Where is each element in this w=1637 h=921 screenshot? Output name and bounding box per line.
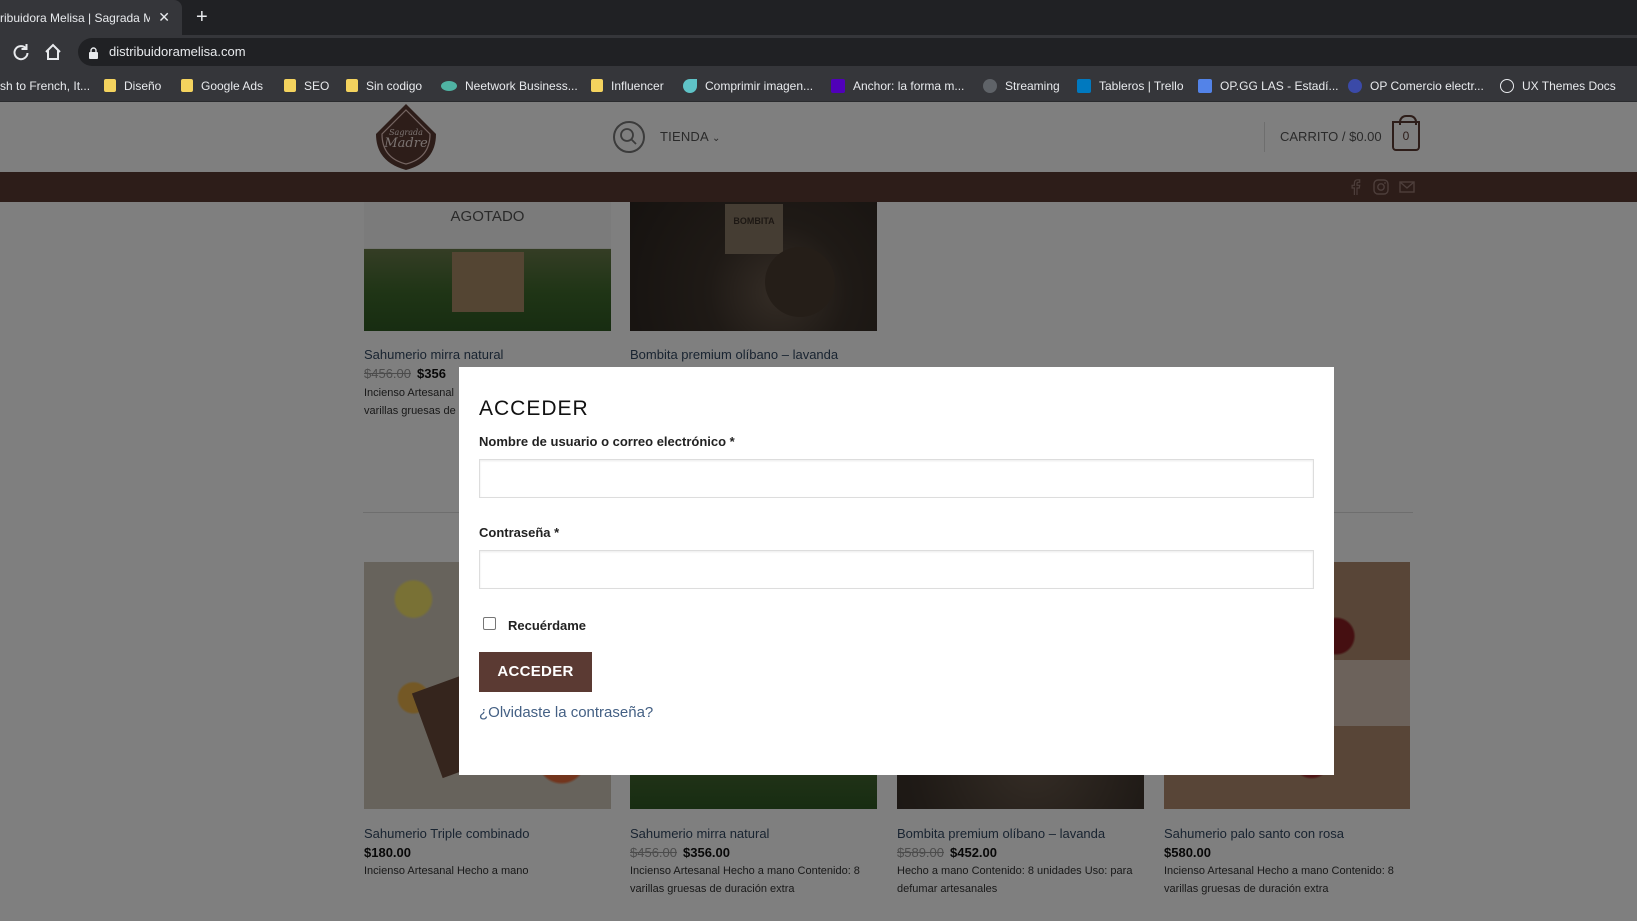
folder-icon: [284, 79, 296, 92]
username-label: Nombre de usuario o correo electrónico *: [479, 434, 735, 449]
bookmark-label: Comprimir imagen...: [705, 78, 814, 93]
bookmark-item[interactable]: SEO: [284, 69, 329, 102]
bookmark-item[interactable]: UX Themes Docs: [1500, 69, 1616, 102]
trello-icon: [1077, 78, 1091, 93]
reload-icon[interactable]: [10, 41, 32, 63]
bookmark-item[interactable]: Tableros | Trello: [1077, 69, 1184, 102]
bookmark-label: OP Comercio electr...: [1370, 78, 1484, 93]
bookmark-item[interactable]: Influencer: [591, 69, 664, 102]
folder-icon: [346, 79, 358, 92]
bookmark-label: SEO: [304, 78, 330, 93]
bookmark-label: Streaming: [1005, 78, 1060, 93]
address-bar[interactable]: distribuidoramelisa.com: [78, 38, 1637, 66]
bookmark-label: sh to French, It...: [0, 78, 91, 93]
login-modal: ACCEDER Nombre de usuario o correo elect…: [459, 367, 1334, 775]
remember-checkbox[interactable]: [483, 617, 496, 630]
bookmark-item[interactable]: Google Ads: [181, 69, 263, 102]
bookmark-item[interactable]: Neetwork Business...: [441, 69, 578, 102]
opgg-icon: [1198, 78, 1212, 93]
bookmark-item[interactable]: OP.GG LAS - Estadí...: [1198, 69, 1339, 102]
bookmark-label: Sin codigo: [366, 78, 423, 93]
bookmark-item[interactable]: Comprimir imagen...: [683, 69, 813, 102]
ux-icon: [1500, 78, 1514, 93]
bookmark-label: Diseño: [124, 78, 162, 93]
anchor-icon: [831, 78, 845, 93]
username-input[interactable]: [479, 459, 1314, 498]
url-text: distribuidoramelisa.com: [109, 44, 246, 59]
password-input[interactable]: [479, 550, 1314, 589]
browser-toolbar: distribuidoramelisa.com: [0, 35, 1637, 69]
folder-icon: [181, 79, 193, 92]
new-tab-icon[interactable]: +: [196, 6, 208, 28]
bookmark-item[interactable]: sh to French, It...: [0, 69, 90, 102]
forgot-password-link[interactable]: ¿Olvidaste la contraseña?: [479, 704, 653, 721]
bookmark-item[interactable]: OP Comercio electr...: [1348, 69, 1484, 102]
bookmark-item[interactable]: Diseño: [104, 69, 161, 102]
password-label: Contraseña *: [479, 525, 560, 540]
op-icon: [1348, 78, 1362, 93]
bookmark-label: UX Themes Docs: [1522, 78, 1616, 93]
bookmark-item[interactable]: Sin codigo: [346, 69, 422, 102]
bookmark-label: Neetwork Business...: [465, 78, 578, 93]
globe-icon: [983, 78, 997, 93]
browser-tab-bar: ribuidora Melisa | Sagrada M ✕ +: [0, 0, 1637, 35]
bookmark-item[interactable]: Streaming: [983, 69, 1060, 102]
browser-tab[interactable]: ribuidora Melisa | Sagrada M ✕: [0, 0, 182, 35]
bookmarks-bar: sh to French, It... Diseño Google Ads SE…: [0, 69, 1637, 102]
folder-icon: [104, 79, 116, 92]
modal-title: ACCEDER: [479, 397, 589, 420]
neetwork-icon: [441, 80, 457, 91]
bookmark-label: OP.GG LAS - Estadí...: [1220, 78, 1339, 93]
folder-icon: [591, 79, 603, 92]
lock-icon: [89, 46, 98, 59]
close-tab-icon[interactable]: ✕: [158, 9, 170, 25]
bookmark-label: Influencer: [611, 78, 664, 93]
bookmark-label: Tableros | Trello: [1099, 78, 1184, 93]
tab-title: ribuidora Melisa | Sagrada M: [0, 10, 150, 25]
login-submit-button[interactable]: ACCEDER: [479, 652, 592, 692]
bookmark-item[interactable]: Anchor: la forma m...: [831, 69, 964, 102]
compress-icon: [683, 78, 697, 93]
remember-label[interactable]: Recuérdame: [508, 618, 586, 633]
bookmark-label: Anchor: la forma m...: [853, 78, 965, 93]
home-icon[interactable]: [42, 41, 64, 63]
bookmark-label: Google Ads: [201, 78, 264, 93]
